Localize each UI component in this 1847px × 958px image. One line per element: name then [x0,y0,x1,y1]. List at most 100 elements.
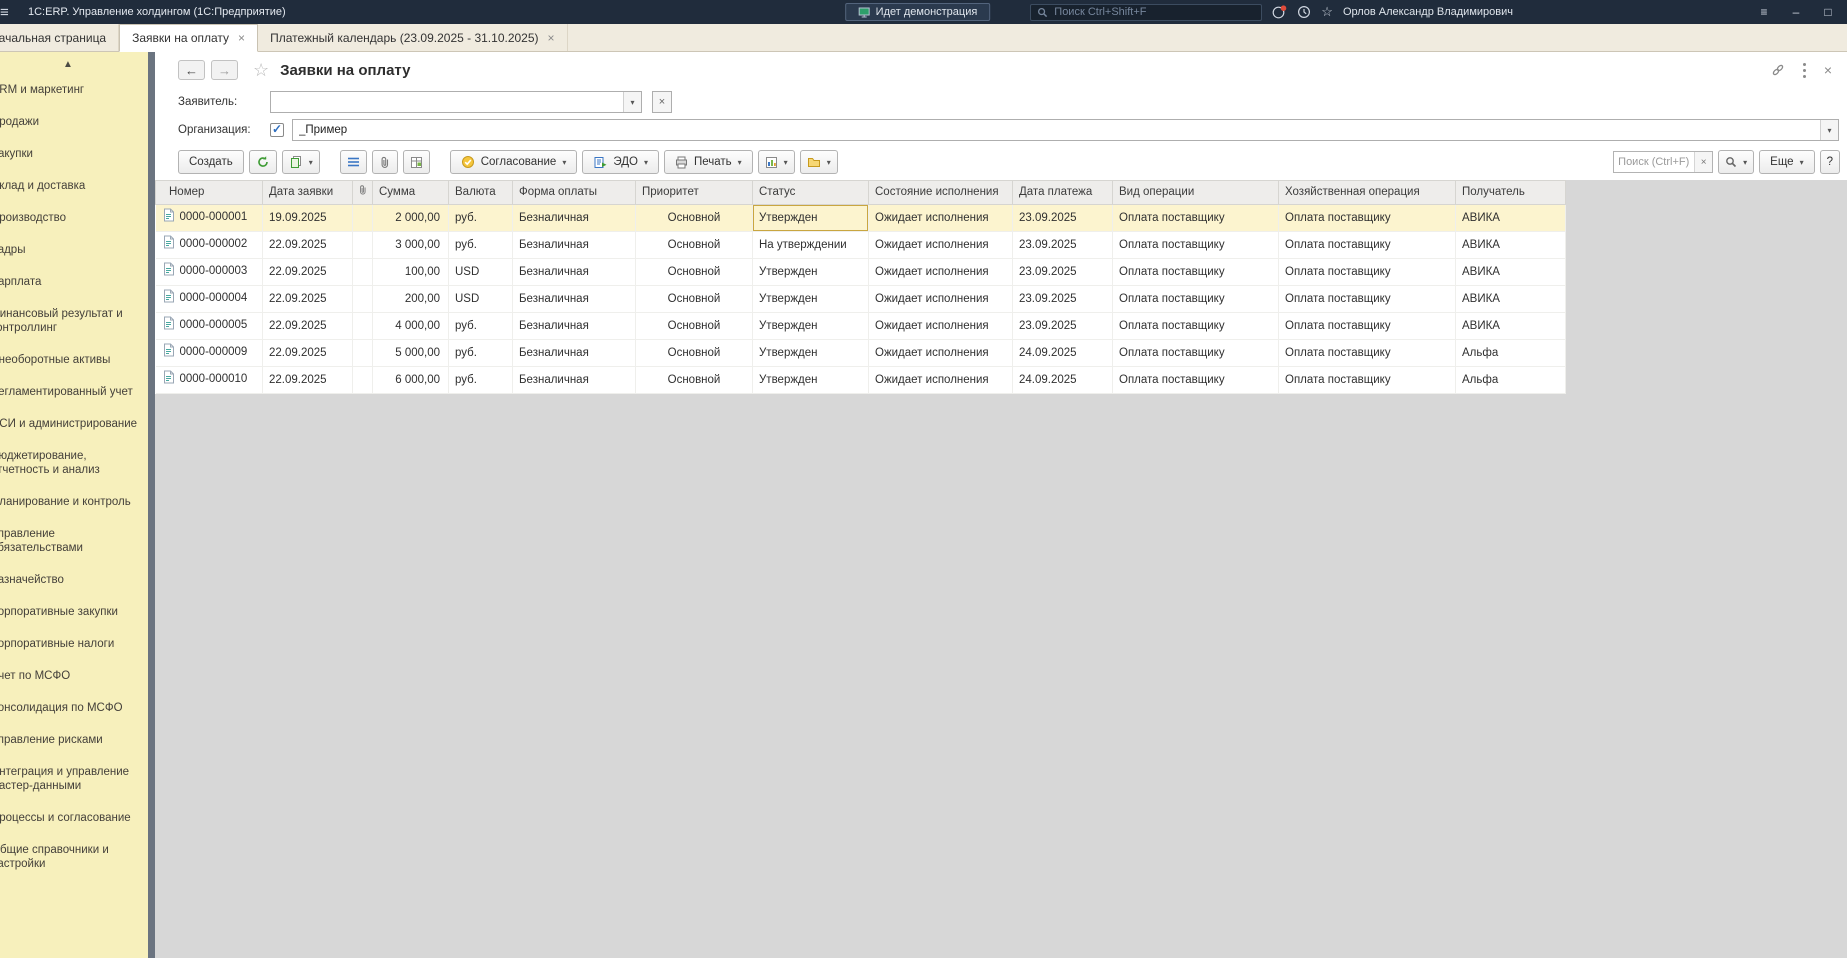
sidebar-item[interactable]: Управление обязательствами [0,518,148,564]
cell-number[interactable]: 0000-000003 [155,258,263,286]
attachments-button[interactable] [371,150,398,174]
tab-payment-requests[interactable]: Заявки на оплату × [119,24,259,52]
cell-payment-date[interactable]: 24.09.2025 [1012,366,1113,394]
cell-number[interactable]: 0000-000009 [155,339,263,367]
cell-status[interactable]: Утвержден [752,366,869,394]
export-button[interactable]: ▾ [799,150,838,174]
forward-button[interactable]: → [211,60,238,80]
table-row[interactable]: 0000-000005 22.09.2025 4 000,00 руб. Без… [155,312,1566,340]
favorites-icon[interactable]: ☆ [1321,4,1333,20]
cell-amount[interactable]: 4 000,00 [372,312,449,340]
cell-attachment[interactable] [352,339,373,367]
cell-attachment[interactable] [352,258,373,286]
sidebar-item[interactable]: Процессы и согласование [0,802,148,834]
column-header-attachment[interactable] [352,180,373,205]
edo-button[interactable]: ЭДО ▾ [582,150,659,174]
tab-home[interactable]: Начальная страница [0,24,120,51]
sidebar-item[interactable]: Кадры [0,234,148,266]
cell-payment-date[interactable]: 24.09.2025 [1012,339,1113,367]
cell-number[interactable]: 0000-000010 [155,366,263,394]
sidebar-item[interactable]: Управление рисками [0,724,148,756]
organization-input[interactable] [293,120,1820,140]
cell-execution-state[interactable]: Ожидает исполнения [868,312,1013,340]
sidebar-item[interactable]: Казначейство [0,564,148,596]
table-row[interactable]: 0000-000009 22.09.2025 5 000,00 руб. Без… [155,339,1566,367]
cell-request-date[interactable]: 22.09.2025 [262,285,353,313]
list-settings-button[interactable] [339,150,367,174]
search-options-button[interactable]: ▾ [1718,150,1755,174]
link-icon[interactable] [1771,63,1785,77]
sidebar-item[interactable]: Финансовый результат и контроллинг [0,298,148,344]
cell-number[interactable]: 0000-000004 [155,285,263,313]
sidebar-item[interactable]: Планирование и контроль [0,486,148,518]
global-search-input[interactable]: Поиск Ctrl+Shift+F [1030,3,1263,21]
cell-payment-form[interactable]: Безналичная [512,285,636,313]
cell-request-date[interactable]: 22.09.2025 [262,231,353,259]
table-row[interactable]: 0000-000010 22.09.2025 6 000,00 руб. Без… [155,366,1566,394]
current-user[interactable]: Орлов Александр Владимирович [1343,6,1513,18]
cell-attachment[interactable] [352,231,373,259]
cell-currency[interactable]: USD [448,285,513,313]
report-button[interactable]: ▾ [757,150,795,174]
cell-request-date[interactable]: 22.09.2025 [262,312,353,340]
sidebar-item[interactable]: Бюджетирование, отчетность и анализ [0,440,148,486]
cell-operation-type[interactable]: Оплата поставщику [1112,204,1279,232]
cell-status[interactable]: Утвержден [752,258,869,286]
cell-operation-type[interactable]: Оплата поставщику [1112,285,1279,313]
cell-business-operation[interactable]: Оплата поставщику [1278,339,1456,367]
applicant-input[interactable] [271,92,623,112]
cell-amount[interactable]: 5 000,00 [372,339,449,367]
column-header-business-operation[interactable]: Хозяйственная операция [1278,180,1456,205]
cell-business-operation[interactable]: Оплата поставщику [1278,312,1456,340]
cell-recipient[interactable]: АВИКА [1455,258,1566,286]
cell-payment-date[interactable]: 23.09.2025 [1012,258,1113,286]
approval-button[interactable]: Согласование ▾ [449,150,578,174]
cell-status[interactable]: На утверждении [752,231,869,259]
column-header-request-date[interactable]: Дата заявки [262,180,353,205]
main-menu-icon[interactable]: ≡ [0,4,22,21]
cell-attachment[interactable] [352,366,373,394]
window-menu-icon[interactable]: ≡ [1753,5,1775,19]
cell-priority[interactable]: Основной [635,204,753,232]
sidebar-item[interactable]: НСИ и администрирование [0,408,148,440]
refresh-button[interactable] [248,150,277,174]
cell-status[interactable]: Утвержден [752,204,869,232]
tab-close-icon[interactable]: × [548,31,555,45]
cell-execution-state[interactable]: Ожидает исполнения [868,285,1013,313]
more-icon[interactable] [1802,61,1806,79]
column-header-payment-form[interactable]: Форма оплаты [512,180,636,205]
cell-currency[interactable]: руб. [448,339,513,367]
history-icon[interactable] [1297,5,1311,19]
cell-amount[interactable]: 200,00 [372,285,449,313]
cell-recipient[interactable]: АВИКА [1455,204,1566,232]
organization-checkbox[interactable]: ✓ [270,123,284,137]
cell-number[interactable]: 0000-000002 [155,231,263,259]
cell-attachment[interactable] [352,312,373,340]
cell-currency[interactable]: руб. [448,366,513,394]
applicant-dropdown-icon[interactable]: ▾ [623,92,641,112]
cell-status[interactable]: Утвержден [752,339,869,367]
cell-recipient[interactable]: Альфа [1455,339,1566,367]
cell-number[interactable]: 0000-000005 [155,312,263,340]
cell-business-operation[interactable]: Оплата поставщику [1278,258,1456,286]
approval-route-button[interactable] [402,150,430,174]
cell-operation-type[interactable]: Оплата поставщику [1112,366,1279,394]
cell-payment-date[interactable]: 23.09.2025 [1012,204,1113,232]
cell-attachment[interactable] [352,204,373,232]
cell-operation-type[interactable]: Оплата поставщику [1112,312,1279,340]
column-header-payment-date[interactable]: Дата платежа [1012,180,1113,205]
favorite-star-icon[interactable]: ☆ [253,60,269,81]
list-search-input[interactable] [1614,152,1695,172]
cell-priority[interactable]: Основной [635,258,753,286]
table-row[interactable]: 0000-000004 22.09.2025 200,00 USD Безнал… [155,285,1566,313]
cell-number[interactable]: 0000-000001 [155,204,263,232]
column-header-amount[interactable]: Сумма [372,180,449,205]
cell-execution-state[interactable]: Ожидает исполнения [868,258,1013,286]
cell-business-operation[interactable]: Оплата поставщику [1278,366,1456,394]
sidebar-item[interactable]: Зарплата [0,266,148,298]
sidebar-item[interactable]: Продажи [0,106,148,138]
cell-recipient[interactable]: Альфа [1455,366,1566,394]
print-button[interactable]: Печать ▾ [663,150,753,174]
sidebar-item[interactable]: Корпоративные закупки [0,596,148,628]
cell-currency[interactable]: руб. [448,312,513,340]
